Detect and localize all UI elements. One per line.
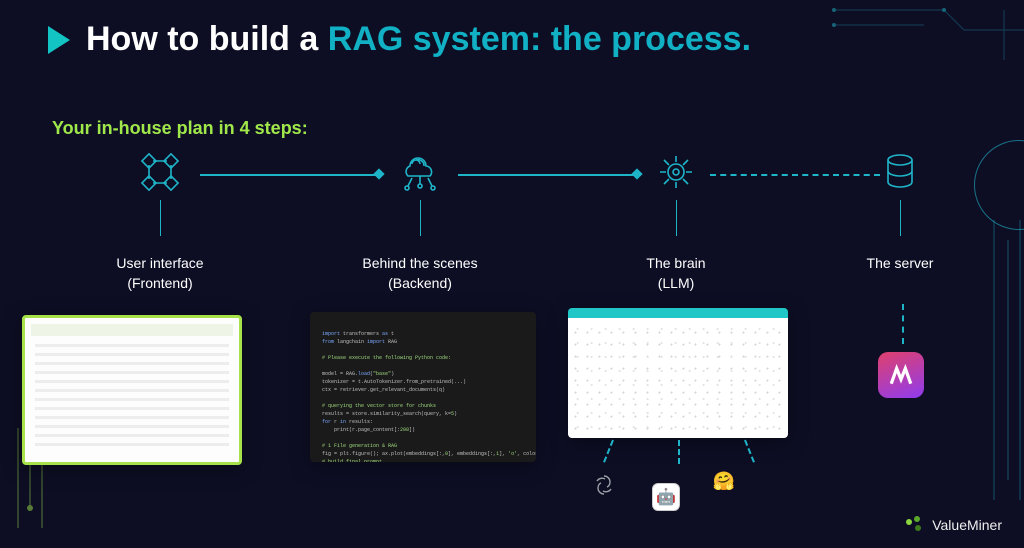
preview-frontend bbox=[22, 315, 242, 465]
slide-title-row: How to build a RAG system: the process. bbox=[48, 20, 751, 59]
step-title: The brain (LLM) bbox=[576, 254, 776, 293]
step-title: The server bbox=[830, 254, 970, 274]
step-title: User interface (Frontend) bbox=[60, 254, 260, 293]
robot-icon: 🤖 bbox=[652, 483, 680, 511]
step-server: The server bbox=[830, 150, 970, 274]
code-preview: import transformers as t from langchain … bbox=[322, 322, 524, 462]
preview-backend: import transformers as t from langchain … bbox=[310, 312, 536, 462]
huggingface-icon: 🤗 bbox=[710, 467, 738, 495]
drop-line bbox=[420, 200, 421, 236]
step-frontend: User interface (Frontend) bbox=[60, 150, 260, 293]
drop-line bbox=[160, 200, 161, 236]
step-backend: Behind the scenes (Backend) bbox=[320, 150, 520, 293]
server-drop-line bbox=[902, 304, 904, 344]
step-title-text: Behind the scenes bbox=[362, 255, 477, 271]
slide-subtitle: Your in-house plan in 4 steps: bbox=[52, 118, 308, 139]
title-prefix: How to build a bbox=[86, 20, 328, 58]
step-title: Behind the scenes (Backend) bbox=[320, 254, 520, 293]
server-app-icon bbox=[878, 352, 924, 398]
connector-3-dashed bbox=[710, 174, 880, 176]
preview-llm bbox=[568, 308, 788, 438]
llm-graph-visual bbox=[572, 322, 784, 434]
connector-2 bbox=[458, 174, 640, 176]
step-llm: The brain (LLM) bbox=[576, 150, 776, 293]
decorative-arc bbox=[974, 140, 1024, 230]
slide-title: How to build a RAG system: the process. bbox=[86, 20, 751, 59]
llm-provider-icons: 🤖 🤗 bbox=[590, 455, 770, 535]
brand-name: ValueMiner bbox=[932, 517, 1002, 533]
step-title-text: The brain bbox=[646, 255, 705, 271]
nodes-icon bbox=[136, 150, 184, 194]
step-subtitle: (LLM) bbox=[576, 274, 776, 294]
openai-icon bbox=[590, 471, 618, 499]
brand-logo-icon bbox=[906, 516, 924, 534]
decorative-lines-right bbox=[984, 220, 1024, 500]
drop-line bbox=[676, 200, 677, 236]
title-accent: RAG system: the process. bbox=[328, 20, 751, 58]
step-subtitle: (Frontend) bbox=[60, 274, 260, 294]
step-title-text: The server bbox=[867, 255, 934, 271]
step-subtitle: (Backend) bbox=[320, 274, 520, 294]
connector-1 bbox=[200, 174, 382, 176]
step-title-text: User interface bbox=[116, 255, 203, 271]
database-icon bbox=[876, 150, 924, 194]
gear-icon bbox=[652, 150, 700, 194]
drop-line bbox=[900, 200, 901, 236]
cloud-network-icon bbox=[396, 150, 444, 194]
decorative-circuit-top bbox=[824, 0, 1024, 80]
brand-footer: ValueMiner bbox=[906, 516, 1002, 534]
play-triangle-icon bbox=[48, 26, 70, 54]
